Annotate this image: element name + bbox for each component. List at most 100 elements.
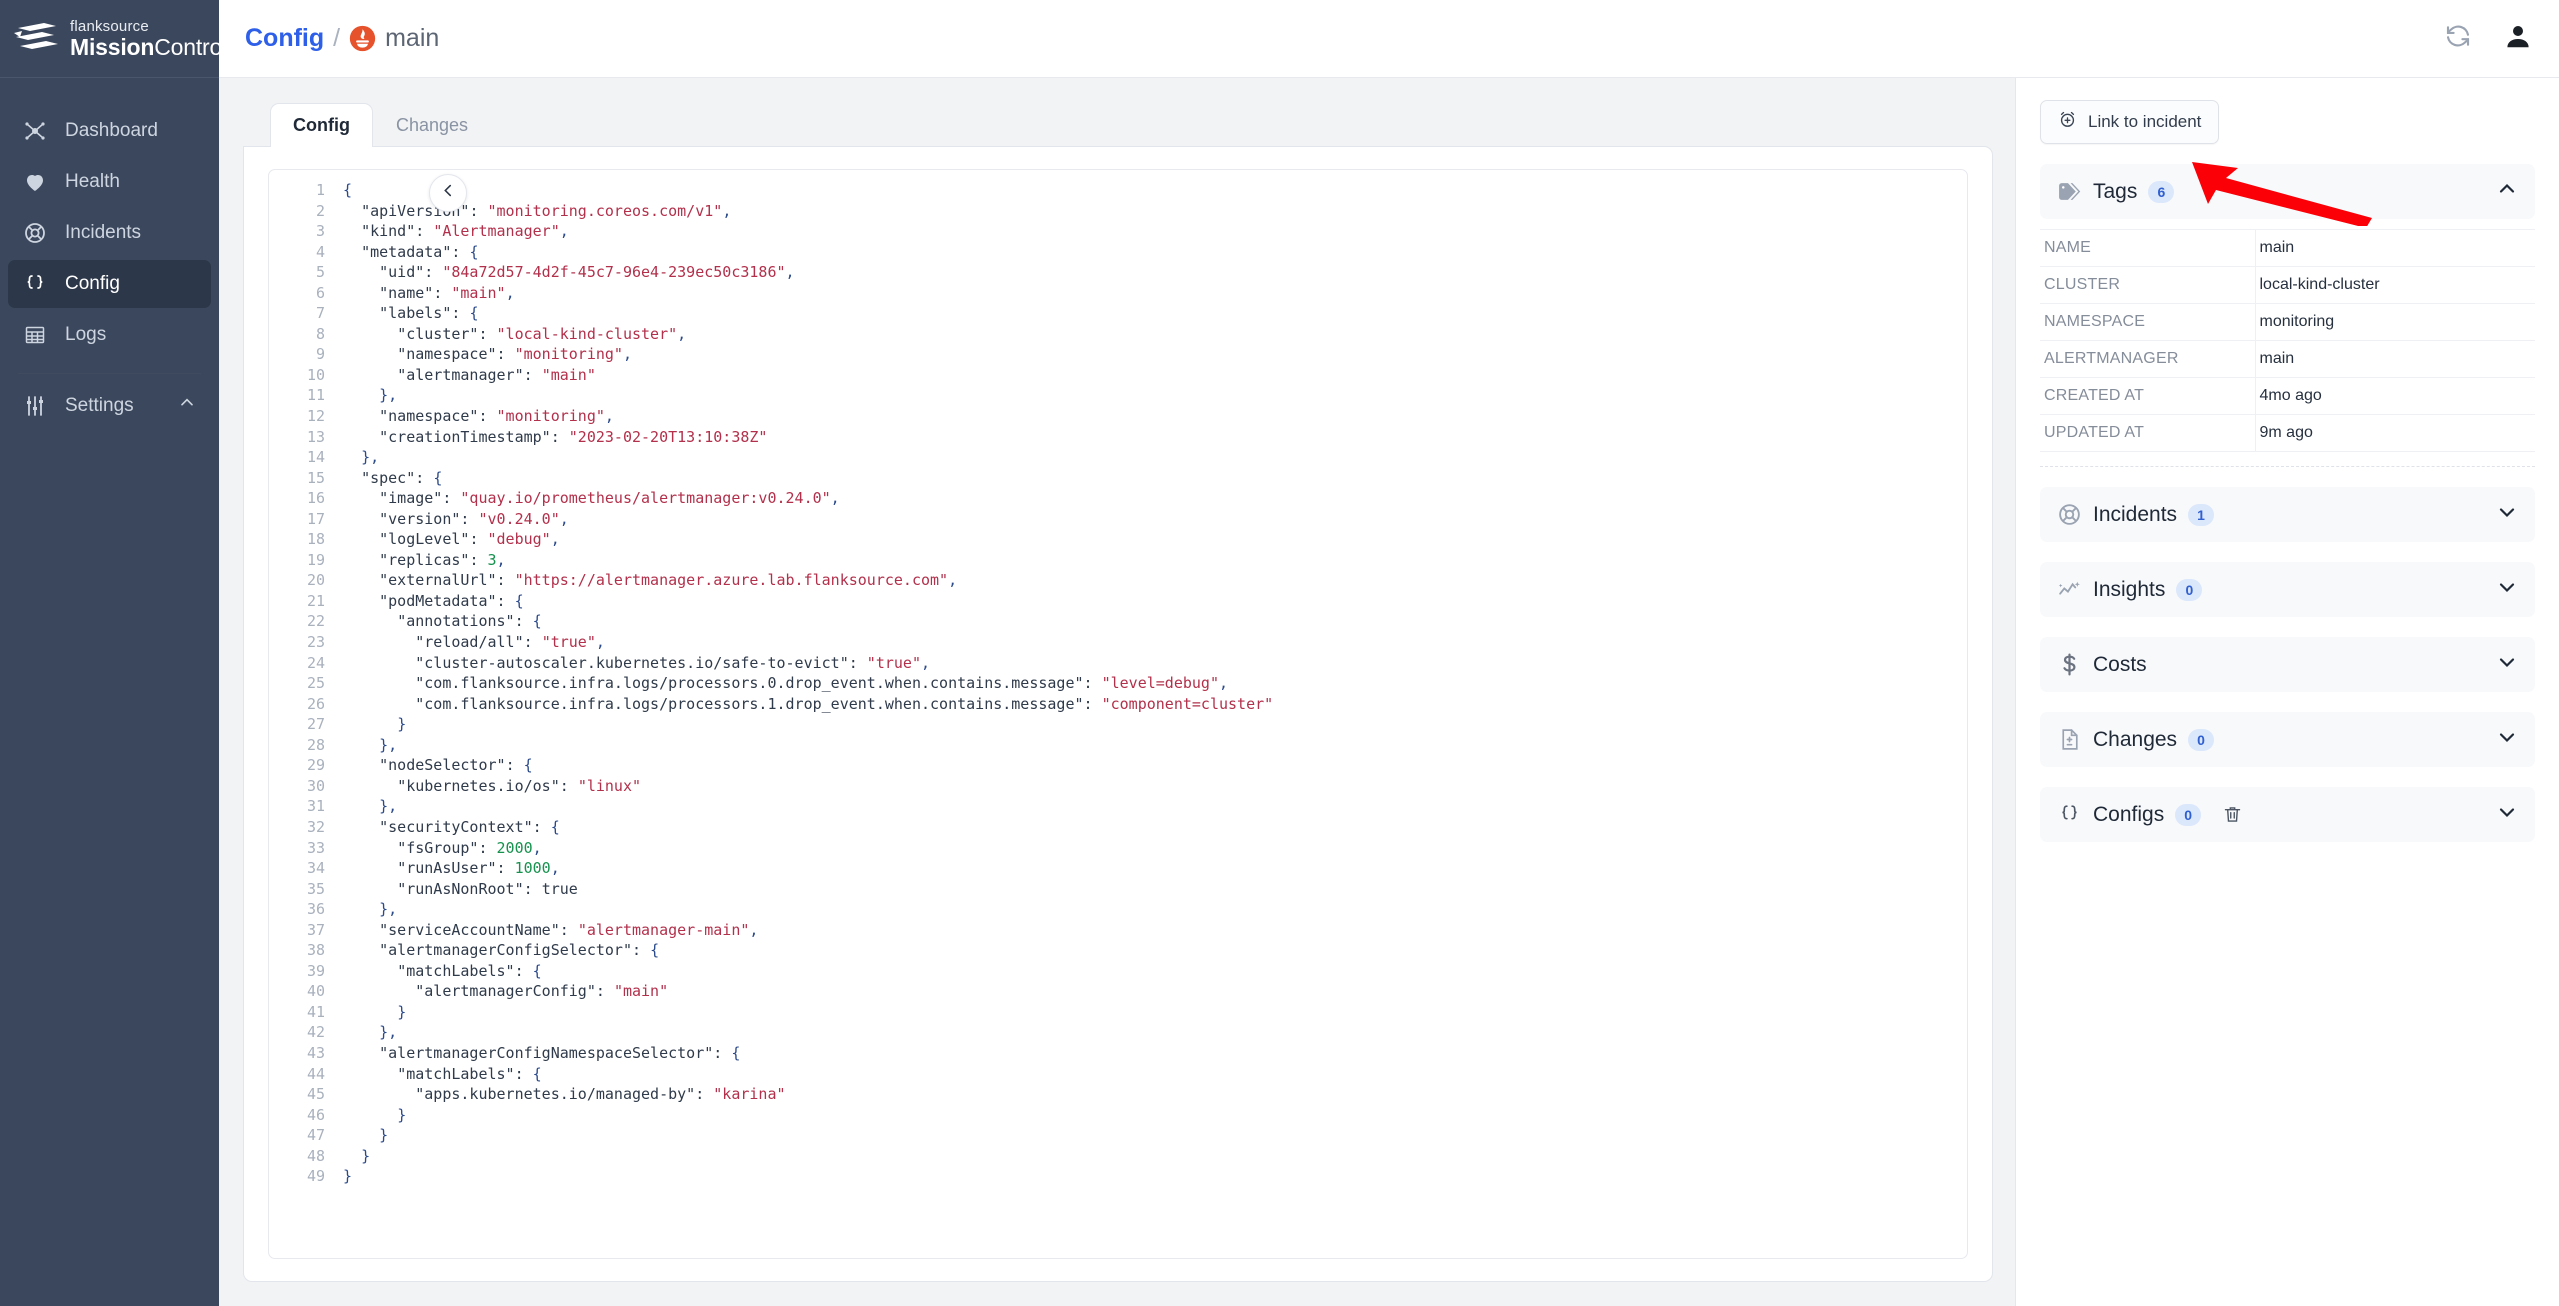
- section-costs-header[interactable]: Costs: [2040, 637, 2535, 692]
- sidebar: flanksource MissionControl Dashboard Hea…: [0, 0, 227, 1306]
- line-number: 16: [306, 489, 325, 508]
- line-number: 26: [306, 694, 325, 713]
- sidebar-item-config[interactable]: Config: [8, 260, 211, 308]
- chevron-down-icon[interactable]: [2495, 725, 2519, 754]
- line-number: 23: [306, 633, 325, 652]
- line-number: 33: [306, 838, 325, 857]
- tag-value: main: [2259, 239, 2295, 256]
- tag-name: CREATED AT: [2040, 377, 2256, 415]
- logo-top-text: flanksource: [70, 17, 149, 35]
- app-logo[interactable]: flanksource MissionControl: [0, 0, 227, 78]
- line-number: 6: [315, 283, 325, 302]
- sliders-icon: [22, 393, 48, 419]
- line-number: 4: [315, 242, 325, 261]
- refresh-icon[interactable]: [2443, 21, 2473, 56]
- chevron-down-icon[interactable]: [2495, 650, 2519, 679]
- chevron-up-icon[interactable]: [177, 393, 197, 419]
- line-number: 24: [306, 653, 325, 672]
- sidebar-nav: Dashboard Health Incidents Config Logs S…: [0, 78, 219, 433]
- section-count-badge: 0: [2176, 578, 2203, 601]
- line-number: 13: [306, 427, 325, 446]
- sidebar-item-health[interactable]: Health: [8, 158, 211, 206]
- sidebar-item-incidents[interactable]: Incidents: [8, 209, 211, 257]
- line-number: 20: [306, 571, 325, 590]
- tag-value: main: [2259, 350, 2295, 367]
- line-number: 29: [306, 756, 325, 775]
- content-column: Config Changes 1{ 2 "apiVersion": "monit…: [219, 78, 2015, 1306]
- braces-icon: [2056, 802, 2082, 828]
- dollar-icon: [2056, 652, 2082, 678]
- section-changes: Changes 0: [2040, 712, 2535, 767]
- chevron-left-icon: [440, 182, 457, 204]
- section-tags: Tags 6 NAME main CLUSTER local-kind-cluster…: [2040, 164, 2535, 467]
- lifebuoy-icon: [22, 220, 48, 246]
- body-area: Config Changes 1{ 2 "apiVersion": "monit…: [219, 78, 2559, 1306]
- line-number: 38: [306, 941, 325, 960]
- line-number: 21: [306, 591, 325, 610]
- line-number: 39: [306, 961, 325, 980]
- tab-config[interactable]: Config: [270, 103, 373, 147]
- line-number: 17: [306, 509, 325, 528]
- line-number: 10: [306, 365, 325, 384]
- sidebar-item-dashboard[interactable]: Dashboard: [8, 107, 211, 155]
- breadcrumb-current: main: [385, 24, 440, 52]
- chevron-down-icon[interactable]: [2495, 575, 2519, 604]
- section-title: Changes: [2093, 727, 2178, 751]
- tab-bar: Config Changes: [243, 102, 2015, 147]
- app-root: flanksource MissionControl Dashboard Hea…: [0, 0, 2559, 1306]
- section-count-badge: 1: [2188, 503, 2215, 526]
- line-number: 5: [315, 263, 325, 282]
- section-insights-header[interactable]: Insights 0: [2040, 562, 2535, 617]
- section-tags-header[interactable]: Tags 6: [2040, 164, 2535, 219]
- section-incidents-header[interactable]: Incidents 1: [2040, 487, 2535, 542]
- line-number: 22: [306, 612, 325, 631]
- line-number: 49: [306, 1167, 325, 1186]
- line-number: 11: [306, 386, 325, 405]
- top-header: Config / main: [219, 0, 2559, 78]
- sidebar-item-logs[interactable]: Logs: [8, 311, 211, 359]
- chevron-down-icon[interactable]: [2495, 500, 2519, 529]
- line-number: 31: [306, 797, 325, 816]
- flanksource-logo-icon: [14, 19, 60, 59]
- logo-bottom-text: MissionControl: [70, 33, 227, 60]
- tags-table: NAME main CLUSTER local-kind-cluster NAMESPA…: [2040, 229, 2535, 452]
- breadcrumb-root-link[interactable]: Config: [245, 24, 324, 53]
- line-number: 42: [306, 1023, 325, 1042]
- section-configs-header[interactable]: Configs 0: [2040, 787, 2535, 842]
- tab-changes[interactable]: Changes: [373, 103, 491, 147]
- section-insights: Insights 0: [2040, 562, 2535, 617]
- topology-icon: [22, 118, 48, 144]
- trash-icon[interactable]: [2222, 804, 2243, 825]
- table-row: ALERTMANAGER main: [2040, 340, 2535, 378]
- user-avatar-icon[interactable]: [2503, 21, 2533, 56]
- section-title: Tags: [2093, 179, 2138, 203]
- line-number: 15: [306, 468, 325, 487]
- config-json-card: 1{ 2 "apiVersion": "monitoring.coreos.co…: [268, 169, 1968, 1259]
- tag-value: 4mo ago: [2259, 387, 2322, 404]
- line-number: 45: [306, 1085, 325, 1104]
- sidebar-collapse-button[interactable]: [429, 174, 467, 212]
- trending-icon: [2056, 577, 2082, 603]
- line-number: 34: [306, 859, 325, 878]
- sidebar-item-settings[interactable]: Settings: [8, 382, 211, 430]
- main-region: Config / main Config Changes 1 {2 "apiV…: [219, 0, 2559, 1306]
- chevron-down-icon[interactable]: [2495, 800, 2519, 829]
- sidebar-divider: [18, 373, 201, 374]
- logo-text: flanksource MissionControl: [70, 19, 227, 59]
- line-number: 41: [306, 1002, 325, 1021]
- tab-panel-config: 1{ 2 "apiVersion": "monitoring.coreos.co…: [243, 146, 1993, 1282]
- link-to-incident-button[interactable]: Link to incident: [2040, 100, 2220, 144]
- chevron-up-icon[interactable]: [2495, 177, 2519, 206]
- section-title: Incidents: [2093, 502, 2178, 526]
- section-count-badge: 6: [2148, 180, 2175, 203]
- sidebar-item-label: Settings: [65, 395, 134, 416]
- line-number: 7: [315, 304, 325, 323]
- line-number: 30: [306, 776, 325, 795]
- tag-value: monitoring: [2259, 313, 2335, 330]
- braces-icon: [22, 271, 48, 297]
- section-changes-header[interactable]: Changes 0: [2040, 712, 2535, 767]
- line-number: 27: [306, 715, 325, 734]
- config-json-code[interactable]: 1{ 2 "apiVersion": "monitoring.coreos.co…: [269, 180, 1967, 1187]
- line-number: 1: [315, 181, 325, 199]
- tag-name: UPDATED AT: [2040, 414, 2256, 452]
